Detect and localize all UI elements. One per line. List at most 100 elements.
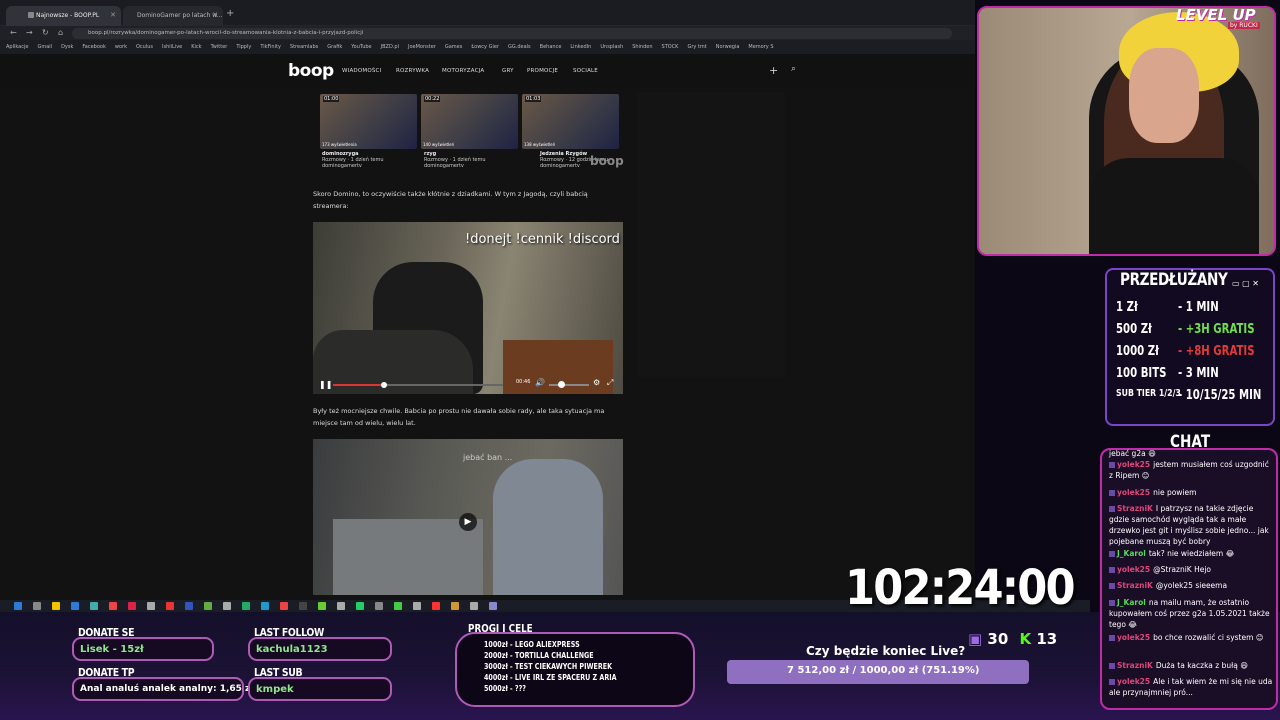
bookmark-item[interactable]: IshiiLive (162, 44, 182, 50)
bookmark-item[interactable]: work (115, 44, 127, 50)
taskbar-app-icon[interactable] (337, 602, 345, 610)
bookmark-item[interactable]: Behance (540, 44, 562, 50)
taskbar-app-icon[interactable] (185, 602, 193, 610)
badge-icon (1109, 567, 1115, 573)
menu-motoryzacja[interactable]: MOTORYZACJA (442, 68, 484, 74)
taskbar-app-icon[interactable] (71, 602, 79, 610)
search-icon[interactable]: ⌕ (791, 64, 796, 74)
video-thumbnail[interactable]: 01:03 138 wyświetleń (522, 94, 619, 149)
bookmark-item[interactable]: Aplikacje (6, 44, 28, 50)
tab-domino-article[interactable]: DominoGamer po latach w... ✕ (123, 6, 223, 26)
taskbar-app-icon[interactable] (470, 602, 478, 610)
taskbar-app-icon[interactable] (413, 602, 421, 610)
bookmark-item[interactable]: Gry tmt (687, 44, 706, 50)
chat-username[interactable]: J_Karol (1117, 549, 1146, 558)
bookmark-item[interactable]: Norwegia (716, 44, 740, 50)
close-icon[interactable]: ✕ (212, 11, 218, 19)
bookmark-item[interactable]: Łowcy Gier (471, 44, 499, 50)
bookmark-item[interactable]: Gmail (37, 44, 52, 50)
home-icon[interactable]: ⌂ (58, 28, 63, 37)
chat-username[interactable]: J_Karol (1117, 598, 1146, 607)
bookmark-item[interactable]: JBZD.pl (381, 44, 399, 50)
taskbar-app-icon[interactable] (261, 602, 269, 610)
tab-boop-newest[interactable]: Najnowsze - BOOP.PL ✕ (6, 6, 121, 26)
taskbar-app-icon[interactable] (109, 602, 117, 610)
bookmark-item[interactable]: GG.deals (508, 44, 531, 50)
bookmark-item[interactable]: Memory S (748, 44, 773, 50)
address-bar[interactable]: boop.pl/rozrywka/dominogamer-po-latach-w… (72, 28, 952, 39)
menu-sociale[interactable]: SOCIALE (573, 68, 598, 74)
bookmark-item[interactable]: Shinden (632, 44, 652, 50)
gear-icon[interactable]: ⚙ (593, 378, 600, 387)
plus-icon[interactable]: + (769, 64, 778, 77)
taskbar-app-icon[interactable] (128, 602, 136, 610)
bookmark-item[interactable]: YouTube (351, 44, 371, 50)
chat-username[interactable]: yolek25 (1117, 460, 1150, 469)
bookmark-item[interactable]: Oculus (136, 44, 153, 50)
chat-username[interactable]: StrazniK (1117, 581, 1153, 590)
play-button[interactable]: ▶ (459, 513, 477, 531)
progress-bar[interactable] (333, 382, 503, 388)
bookmark-item[interactable]: JoeMonster (408, 44, 436, 50)
taskbar-app-icon[interactable] (14, 602, 22, 610)
menu-promocje[interactable]: PROMOCJE (527, 68, 558, 74)
bookmark-item[interactable]: Kick (191, 44, 201, 50)
reload-icon[interactable]: ↻ (42, 28, 49, 37)
bookmark-item[interactable]: STOCK (662, 44, 679, 50)
taskbar-app-icon[interactable] (90, 602, 98, 610)
bookmark-item[interactable]: Grafik (327, 44, 342, 50)
bookmark-item[interactable]: TikFinity (260, 44, 281, 50)
close-icon[interactable]: ✕ (110, 11, 116, 19)
bookmark-item[interactable]: Facebook (82, 44, 106, 50)
pause-icon[interactable]: ❚❚ (319, 380, 332, 389)
bookmark-item[interactable]: Unsplash (600, 44, 623, 50)
video-thumbnail[interactable]: 00:22 140 wyświetleń (421, 94, 518, 149)
chat-username[interactable]: yolek25 (1117, 565, 1150, 574)
bookmark-item[interactable]: Dysk (61, 44, 73, 50)
back-icon[interactable]: ← (10, 28, 17, 37)
taskbar-app-icon[interactable] (432, 602, 440, 610)
forward-icon[interactable]: → (26, 28, 33, 37)
new-tab-icon[interactable]: + (226, 8, 234, 19)
video-player[interactable]: !donejt !cennik !discord ❚❚ 00:46 🔊 ⚙ ⤢ (313, 222, 623, 394)
volume-icon[interactable]: 🔊 (535, 378, 545, 387)
menu-rozrywka[interactable]: ROZRYWKA (396, 68, 429, 74)
chat-username[interactable]: StrazniK (1117, 504, 1153, 513)
taskbar-app-icon[interactable] (147, 602, 155, 610)
chat-message: yolek25 Ale i tak wiem że mi się nie uda … (1109, 676, 1275, 698)
chat-username[interactable]: StrazniK (1117, 661, 1153, 670)
taskbar-app-icon[interactable] (318, 602, 326, 610)
taskbar-app-icon[interactable] (451, 602, 459, 610)
volume-slider[interactable] (549, 381, 589, 388)
bookmark-item[interactable]: Twitter (211, 44, 228, 50)
taskbar-app-icon[interactable] (166, 602, 174, 610)
video-player[interactable]: jebać ban ... ▶ (313, 439, 623, 595)
taskbar-app-icon[interactable] (489, 602, 497, 610)
bookmark-item[interactable]: LinkedIn (570, 44, 591, 50)
menu-wiadomosci[interactable]: WIADOMOŚCI (342, 68, 381, 74)
chat-username[interactable]: yolek25 (1117, 488, 1150, 497)
boop-logo[interactable]: boop (288, 61, 334, 81)
taskbar-app-icon[interactable] (299, 602, 307, 610)
taskbar-app-icon[interactable] (375, 602, 383, 610)
taskbar-app-icon[interactable] (242, 602, 250, 610)
bookmark-item[interactable]: Streamlabs (290, 44, 318, 50)
chat-username[interactable]: yolek25 (1117, 677, 1150, 686)
taskbar-app-icon[interactable] (223, 602, 231, 610)
volume-handle[interactable] (558, 381, 565, 388)
chat-username[interactable]: yolek25 (1117, 633, 1150, 642)
taskbar-app-icon[interactable] (394, 602, 402, 610)
fullscreen-icon[interactable]: ⤢ (607, 378, 613, 388)
taskbar-app-icon[interactable] (52, 602, 60, 610)
taskbar-app-icon[interactable] (356, 602, 364, 610)
progress-handle[interactable] (381, 382, 387, 388)
video-thumbnail[interactable]: 01:00 173 wyświetlenia (320, 94, 417, 149)
bookmark-item[interactable]: Tipply (236, 44, 251, 50)
taskbar-app-icon[interactable] (204, 602, 212, 610)
bookmark-item[interactable]: Games (445, 44, 463, 50)
taskbar-app-icon[interactable] (33, 602, 41, 610)
menu-gry[interactable]: GRY (502, 68, 514, 74)
chat-message: StrazniK @yolek25 sieeema (1109, 580, 1275, 591)
chat-message: J_Karol na mailu mam, że ostatnio kupował… (1109, 597, 1275, 630)
taskbar-app-icon[interactable] (280, 602, 288, 610)
